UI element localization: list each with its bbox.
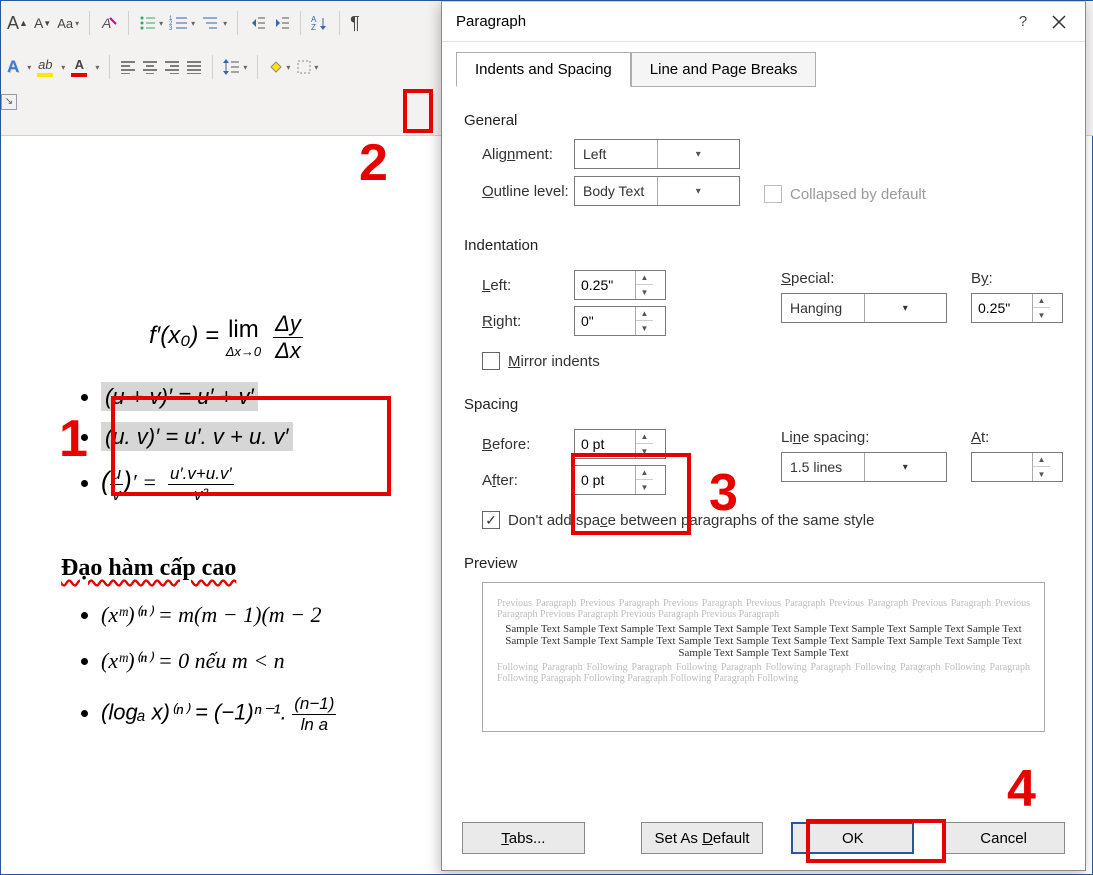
annotation-number-1: 1: [59, 409, 88, 469]
tab-line-page-breaks[interactable]: Line and Page Breaks: [631, 52, 817, 87]
grow-font-button[interactable]: A▲: [7, 9, 28, 37]
ok-button[interactable]: OK: [791, 822, 914, 854]
cancel-button[interactable]: Cancel: [942, 822, 1065, 854]
before-spinner[interactable]: ▲▼: [574, 429, 666, 459]
spinner-down-icon[interactable]: ▼: [636, 321, 653, 335]
dont-add-label: Don't add space between paragraphs of th…: [508, 512, 874, 529]
chevron-down-icon[interactable]: ▾: [657, 177, 740, 205]
annotation-number-2: 2: [359, 133, 388, 193]
indent-label: Indentation: [464, 237, 1063, 254]
chevron-down-icon[interactable]: ▾: [864, 453, 947, 481]
document-canvas[interactable]: f′(x₀) = lim Δx→0 Δy Δx (u + v)′ = u′ + …: [11, 141, 441, 871]
outline-select[interactable]: Body Text▾: [574, 176, 740, 206]
spinner-up-icon[interactable]: ▲: [1033, 294, 1050, 308]
outline-label: Outline level:: [464, 183, 574, 200]
spinner-up-icon[interactable]: ▲: [636, 466, 653, 480]
increase-indent-button[interactable]: [272, 9, 290, 37]
annotation-number-3b: 3: [709, 463, 738, 523]
sort-button[interactable]: AZ: [311, 9, 329, 37]
tab-indents-spacing[interactable]: Indents and Spacing: [456, 52, 631, 87]
linespacing-select[interactable]: 1.5 lines▾: [781, 452, 947, 482]
bullet-log[interactable]: (logₐ x)⁽ⁿ⁾ = (−1)ⁿ⁻¹. (n−1)ln a: [101, 694, 441, 735]
clear-formatting-button[interactable]: A: [100, 9, 118, 37]
spinner-down-icon[interactable]: ▼: [1033, 467, 1050, 481]
font-color-button[interactable]: A: [71, 53, 87, 81]
before-label: Before:: [464, 436, 574, 453]
highlight-button[interactable]: ab: [37, 53, 53, 81]
help-button[interactable]: ?: [1005, 7, 1041, 37]
alignment-label: Alignment:: [464, 146, 574, 163]
show-marks-button[interactable]: ¶: [350, 9, 360, 37]
line-spacing-button[interactable]: ▾: [223, 53, 247, 81]
multilevel-button[interactable]: ▾: [201, 9, 227, 37]
spacing-label: Spacing: [464, 396, 1063, 413]
at-label: At:: [971, 429, 1063, 446]
svg-text:A: A: [101, 15, 111, 31]
align-center-button[interactable]: [142, 53, 158, 81]
alignment-select[interactable]: Left▾: [574, 139, 740, 169]
spinner-up-icon[interactable]: ▲: [636, 307, 653, 321]
tabs-button[interactable]: Tabs...: [462, 822, 585, 854]
general-label: General: [464, 112, 1063, 129]
spinner-up-icon[interactable]: ▲: [636, 430, 653, 444]
mirror-label: Mirror indents: [508, 353, 600, 370]
formula-derivative-def: f′(x₀) = lim Δx→0 Δy Δx: [11, 311, 441, 364]
chevron-down-icon[interactable]: ▾: [657, 140, 740, 168]
at-spinner[interactable]: ▲▼: [971, 452, 1063, 482]
align-right-button[interactable]: [164, 53, 180, 81]
spinner-down-icon[interactable]: ▼: [1033, 308, 1050, 322]
spinner-down-icon[interactable]: ▼: [636, 444, 653, 458]
bullet-sum-rule[interactable]: (u + v)′ = u′ + v′: [101, 384, 441, 410]
heading-higher-derivatives: Đạo hàm cấp cao: [61, 555, 441, 582]
after-spinner[interactable]: ▲▼: [574, 465, 666, 495]
after-label: After:: [464, 472, 574, 489]
annotation-number-4: 4: [1007, 759, 1036, 819]
left-indent-spinner[interactable]: ▲▼: [574, 270, 666, 300]
borders-button[interactable]: ▾: [296, 53, 318, 81]
left-indent-label: Left:: [464, 277, 574, 294]
svg-text:Z: Z: [311, 23, 316, 31]
change-case-button[interactable]: Aa▾: [57, 9, 79, 37]
svg-text:3: 3: [169, 26, 173, 31]
set-default-button[interactable]: Set As Default: [641, 822, 764, 854]
bullet-power-zero[interactable]: (xᵐ)⁽ⁿ⁾ = 0 nếu m < n: [101, 648, 441, 674]
align-left-button[interactable]: [120, 53, 136, 81]
spinner-up-icon[interactable]: ▲: [1033, 453, 1050, 467]
spinner-down-icon[interactable]: ▼: [636, 285, 653, 299]
font-dialog-launcher[interactable]: ↘: [1, 94, 17, 110]
mirror-checkbox[interactable]: [482, 352, 500, 370]
dialog-title: Paragraph: [456, 13, 526, 30]
chevron-down-icon[interactable]: ▾: [864, 294, 947, 322]
text-effects-button[interactable]: A: [7, 53, 19, 81]
by-label: By:: [971, 270, 1063, 287]
linespacing-label: Line spacing:: [781, 429, 947, 446]
justify-button[interactable]: [186, 53, 202, 81]
special-label: Special:: [781, 270, 947, 287]
preview-box: Previous Paragraph Previous Paragraph Pr…: [482, 582, 1045, 732]
shading-button[interactable]: ▾: [268, 53, 290, 81]
preview-label: Preview: [464, 555, 1063, 572]
paragraph-dialog: Paragraph ? Indents and Spacing Line and…: [441, 1, 1086, 871]
bullets-button[interactable]: ▾: [139, 9, 163, 37]
right-indent-spinner[interactable]: ▲▼: [574, 306, 666, 336]
bullet-product-rule[interactable]: (u. v)′ = u′. v + u. v′: [101, 424, 441, 450]
dont-add-checkbox[interactable]: ✓: [482, 511, 500, 529]
special-select[interactable]: Hanging▾: [781, 293, 947, 323]
bullet-power-n[interactable]: (xᵐ)⁽ⁿ⁾ = m(m − 1)(m − 2: [101, 602, 441, 628]
bullet-quotient-rule[interactable]: (uv)′ = u′.v+u.v′v²: [101, 464, 441, 505]
close-button[interactable]: [1041, 7, 1077, 37]
decrease-indent-button[interactable]: [248, 9, 266, 37]
spinner-down-icon[interactable]: ▼: [636, 480, 653, 494]
collapsed-checkbox: [764, 185, 782, 203]
spinner-up-icon[interactable]: ▲: [636, 271, 653, 285]
by-spinner[interactable]: ▲▼: [971, 293, 1063, 323]
numbering-button[interactable]: 123▾: [169, 9, 195, 37]
collapsed-label: Collapsed by default: [790, 186, 926, 203]
shrink-font-button[interactable]: A▼: [34, 9, 51, 37]
right-indent-label: Right:: [464, 313, 574, 330]
